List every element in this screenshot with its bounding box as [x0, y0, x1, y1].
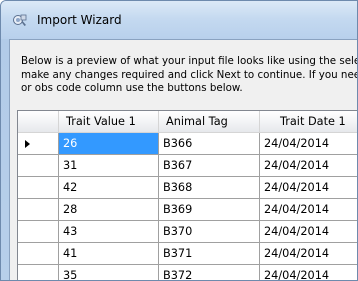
cell-trait-date-1[interactable]: 24/04/2014	[260, 243, 357, 265]
row-header[interactable]	[18, 221, 59, 243]
cell-trait-value-1[interactable]: 42	[59, 177, 159, 199]
grid-corner-header[interactable]	[18, 111, 59, 133]
table-row[interactable]: 26 B366 24/04/2014	[18, 133, 357, 155]
table-row[interactable]: 42 B368 24/04/2014	[18, 177, 357, 199]
table-row[interactable]: 35 B372 24/04/2014	[18, 265, 357, 280]
cell-trait-value-1[interactable]: 43	[59, 221, 159, 243]
cell-trait-value-1[interactable]: 31	[59, 155, 159, 177]
cell-trait-value-1[interactable]: 26	[59, 133, 159, 155]
cell-trait-value-1[interactable]: 41	[59, 243, 159, 265]
cell-animal-tag[interactable]: B370	[159, 221, 260, 243]
preview-data-grid[interactable]: Trait Value 1 Animal Tag Trait Date 1 26…	[17, 110, 357, 280]
row-header[interactable]	[18, 177, 59, 199]
instructions-line-3: or obs code column use the buttons below…	[21, 82, 243, 94]
instructions-text: Below is a preview of what your input fi…	[21, 55, 358, 96]
instructions-line-1: Below is a preview of what your input fi…	[21, 55, 358, 67]
cell-trait-value-1[interactable]: 35	[59, 265, 159, 280]
cell-trait-date-1[interactable]: 24/04/2014	[260, 177, 357, 199]
import-wizard-window: Import Wizard Below is a preview of what…	[0, 0, 358, 281]
cell-animal-tag[interactable]: B367	[159, 155, 260, 177]
cell-trait-date-1[interactable]: 24/04/2014	[260, 199, 357, 221]
cell-trait-date-1[interactable]: 24/04/2014	[260, 221, 357, 243]
column-header-trait-value-1[interactable]: Trait Value 1	[59, 111, 159, 133]
cell-trait-date-1[interactable]: 24/04/2014	[260, 265, 357, 280]
row-header[interactable]	[18, 133, 59, 155]
column-header-animal-tag[interactable]: Animal Tag	[159, 111, 260, 133]
cell-animal-tag[interactable]: B369	[159, 199, 260, 221]
current-row-arrow-icon	[25, 140, 30, 148]
cell-animal-tag[interactable]: B366	[159, 133, 260, 155]
cell-animal-tag[interactable]: B372	[159, 265, 260, 280]
row-header[interactable]	[18, 265, 59, 280]
cell-trait-date-1[interactable]: 24/04/2014	[260, 155, 357, 177]
title-bar[interactable]: Import Wizard	[1, 1, 357, 39]
grid-header-row: Trait Value 1 Animal Tag Trait Date 1	[18, 111, 357, 133]
table-row[interactable]: 28 B369 24/04/2014	[18, 199, 357, 221]
column-header-trait-date-1[interactable]: Trait Date 1	[260, 111, 357, 133]
instructions-line-2: make any changes required and click Next…	[21, 68, 358, 81]
wizard-app-icon	[13, 14, 27, 26]
table-row[interactable]: 31 B367 24/04/2014	[18, 155, 357, 177]
row-header[interactable]	[18, 243, 59, 265]
cell-trait-value-1[interactable]: 28	[59, 199, 159, 221]
window-title: Import Wizard	[37, 13, 122, 27]
cell-animal-tag[interactable]: B368	[159, 177, 260, 199]
cell-trait-date-1[interactable]: 24/04/2014	[260, 133, 357, 155]
cell-animal-tag[interactable]: B371	[159, 243, 260, 265]
row-header[interactable]	[18, 155, 59, 177]
row-header[interactable]	[18, 199, 59, 221]
table-row[interactable]: 43 B370 24/04/2014	[18, 221, 357, 243]
table-row[interactable]: 41 B371 24/04/2014	[18, 243, 357, 265]
